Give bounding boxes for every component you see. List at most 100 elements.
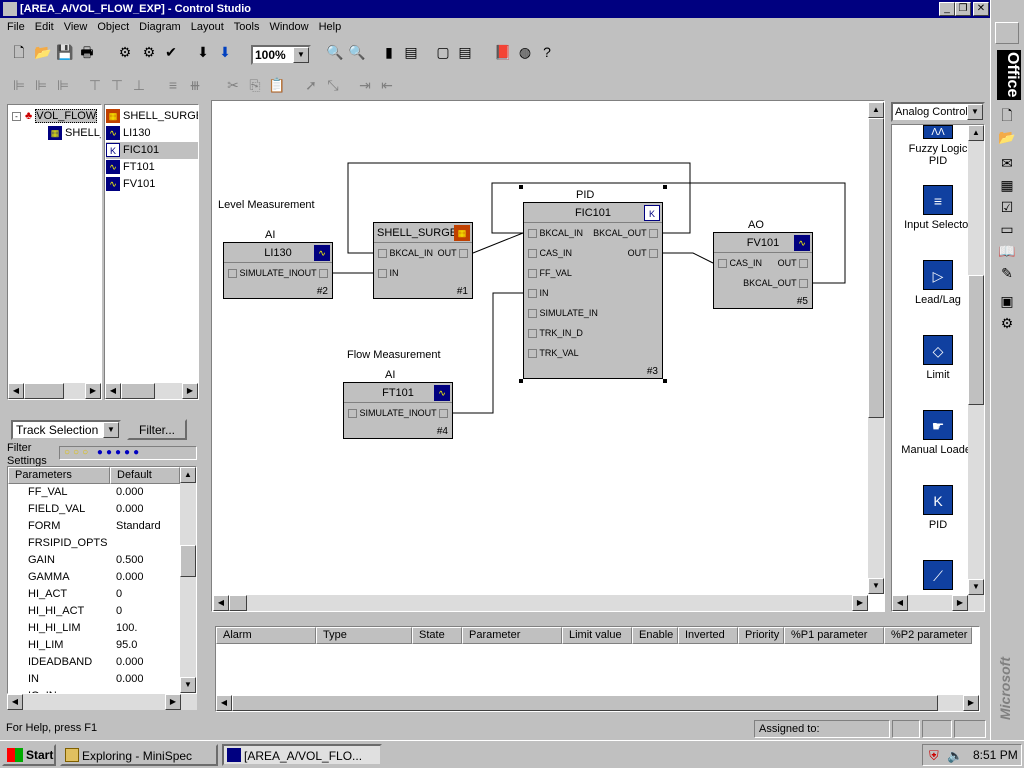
calendar-icon[interactable]: ▦ [996, 174, 1018, 196]
palette-select[interactable]: Analog Control ▼ [891, 102, 985, 122]
diagram-canvas[interactable]: Level Measurement Flow Measurement AI AI… [211, 100, 885, 612]
download-icon[interactable]: ⬇ [192, 41, 214, 63]
scroll-right-icon[interactable]: ▶ [852, 595, 868, 611]
paste-icon[interactable]: 📋 [266, 74, 288, 96]
input-icon[interactable]: ⇥ [354, 74, 376, 96]
default-header[interactable]: Default [110, 467, 180, 484]
list-item[interactable]: ∿ FT101 [106, 159, 198, 176]
menu-object[interactable]: Object [92, 18, 134, 36]
port-bkcal-in[interactable]: BKCAL_IN OUT [374, 243, 472, 263]
scroll-right-icon[interactable]: ▶ [85, 383, 101, 399]
list-item[interactable]: K FIC101 [106, 142, 198, 159]
alarm-column-header[interactable]: %P1 parameter [784, 627, 884, 644]
track-selection-select[interactable]: Track Selection ▼ [11, 420, 121, 440]
chevron-down-icon[interactable]: ▼ [293, 47, 309, 63]
properties-icon[interactable]: ▮ [378, 41, 400, 63]
close-button[interactable]: ✕ [973, 2, 989, 16]
alarm-column-header[interactable]: Limit value [562, 627, 632, 644]
tree-hscroll[interactable]: ◀ ▶ [8, 383, 101, 399]
compile-icon[interactable]: ⚙ [114, 41, 136, 63]
task-icon[interactable]: ☑ [996, 196, 1018, 218]
new-document-icon[interactable]: 🗋 [996, 104, 1018, 126]
selection-handle[interactable] [519, 379, 523, 383]
scroll-down-icon[interactable]: ▼ [180, 677, 196, 693]
scroll-up-icon[interactable]: ▲ [180, 467, 196, 483]
tree-child[interactable]: ▦SHELL_SURGE [12, 125, 101, 142]
alarm-column-header[interactable]: Type [316, 627, 412, 644]
minimize-button[interactable]: _ [939, 2, 955, 16]
alarm-column-header[interactable]: Enable [632, 627, 678, 644]
port-cas-in[interactable]: CAS_IN OUT [524, 243, 662, 263]
cut-icon[interactable]: ✂ [222, 74, 244, 96]
menu-file[interactable]: File [2, 18, 30, 36]
pointer-icon[interactable]: ➚ [300, 74, 322, 96]
chevron-down-icon[interactable]: ▼ [103, 422, 119, 438]
contact-icon[interactable]: ▭ [996, 218, 1018, 240]
copy-icon[interactable]: ⎘ [244, 74, 266, 96]
menu-edit[interactable]: Edit [30, 18, 59, 36]
zoom-in-icon[interactable]: 🔍 [346, 41, 368, 63]
menu-help[interactable]: Help [314, 18, 347, 36]
align-right-icon[interactable]: ⊫ [52, 74, 74, 96]
palette-hscroll[interactable]: ◀ ▶ [892, 595, 984, 611]
list-item[interactable]: ∿ LI130 [106, 125, 198, 142]
output-icon[interactable]: ⇤ [376, 74, 398, 96]
menu-view[interactable]: View [59, 18, 93, 36]
assign-icon[interactable]: ⚙ [138, 41, 160, 63]
align-middle-icon[interactable]: ⊤ [106, 74, 128, 96]
space-vertical-icon[interactable]: ⧻ [184, 74, 206, 96]
port-in[interactable]: IN [524, 283, 662, 303]
tools-icon[interactable]: ⚙ [996, 312, 1018, 334]
scroll-up-icon[interactable]: ▲ [968, 125, 984, 141]
param-row[interactable]: IDEADBAND 0.000 [8, 654, 180, 671]
param-row[interactable]: FRSIPID_OPTS [8, 535, 180, 552]
scroll-down-icon[interactable]: ▼ [868, 578, 884, 594]
open-document-icon[interactable]: 📂 [996, 126, 1018, 148]
scroll-left-icon[interactable]: ◀ [213, 595, 229, 611]
align-left-icon[interactable]: ⊫ [8, 74, 30, 96]
scroll-right-icon[interactable]: ▶ [952, 595, 968, 611]
alarm-column-header[interactable]: Parameter [462, 627, 562, 644]
chevron-down-icon[interactable]: ▼ [967, 104, 983, 120]
canvas-vscroll[interactable]: ▲ ▼ [868, 102, 884, 594]
port-simulate-in[interactable]: SIMULATE_IN [524, 303, 662, 323]
start-button[interactable]: Start [2, 744, 56, 766]
new-icon[interactable]: 🗋 [8, 41, 30, 63]
collapse-icon[interactable]: - [12, 112, 21, 121]
restore-button[interactable]: ❐ [955, 2, 971, 16]
note-icon[interactable]: ✎ [996, 262, 1018, 284]
filter-button[interactable]: Filter... [127, 419, 187, 440]
scroll-right-icon[interactable]: ▶ [963, 695, 979, 711]
port-bkcal-out[interactable]: BKCAL_OUT [714, 273, 812, 293]
port-ff-val[interactable]: FF_VAL [524, 263, 662, 283]
scroll-right-icon[interactable]: ▶ [165, 694, 181, 710]
list-item[interactable]: ▦ SHELL_SURGE [106, 108, 198, 125]
alarm-column-header[interactable]: %P2 parameter [884, 627, 972, 644]
params-hscroll[interactable]: ◀ ▶ [7, 694, 197, 710]
connect-icon[interactable]: ⤡ [322, 74, 344, 96]
zoom-select[interactable]: 100% ▼ [251, 45, 311, 65]
scroll-left-icon[interactable]: ◀ [105, 383, 121, 399]
align-center-icon[interactable]: ⊫ [30, 74, 52, 96]
param-row[interactable]: HI_HI_LIM 100. [8, 620, 180, 637]
palette-vscroll[interactable]: ▲ ▼ [968, 125, 984, 595]
zoom-out-icon[interactable]: 🔍 [324, 41, 346, 63]
scroll-right-icon[interactable]: ▶ [182, 383, 198, 399]
param-row[interactable]: HI_LIM 95.0 [8, 637, 180, 654]
alarm-column-header[interactable]: State [412, 627, 462, 644]
param-header[interactable]: Parameters [8, 467, 110, 484]
save-icon[interactable]: 💾 [54, 41, 76, 63]
explorer-icon[interactable]: ▣ [996, 290, 1018, 312]
param-row[interactable]: HI_ACT 0 [8, 586, 180, 603]
block-ft101[interactable]: FT101 ∿ SIMULATE_IN OUT #4 [343, 382, 453, 439]
help-icon[interactable]: ? [536, 41, 558, 63]
block-li130[interactable]: LI130 ∿ SIMULATE_IN OUT #2 [223, 242, 333, 299]
param-row[interactable]: FIELD_VAL 0.000 [8, 501, 180, 518]
canvas-hscroll[interactable]: ◀ ▶ [213, 595, 868, 611]
block-shell-surge[interactable]: SHELL_SURGE ▦ BKCAL_IN OUT IN #1 [373, 222, 473, 299]
selection-handle[interactable] [663, 185, 667, 189]
office-logo-icon[interactable] [995, 22, 1019, 44]
param-row[interactable]: GAIN 0.500 [8, 552, 180, 569]
menu-window[interactable]: Window [264, 18, 313, 36]
space-horizontal-icon[interactable]: ≡ [162, 74, 184, 96]
